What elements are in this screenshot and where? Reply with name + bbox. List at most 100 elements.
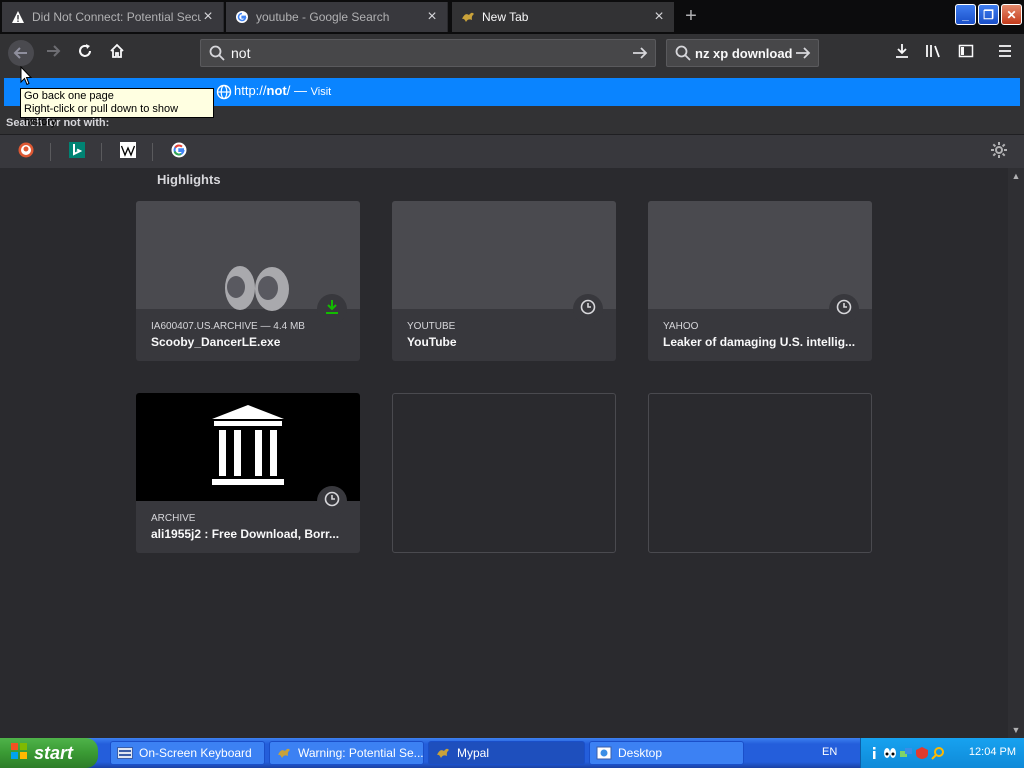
highlight-card[interactable]: IA600407.US.ARCHIVE — 4.4 MB Scooby_Danc… bbox=[136, 201, 360, 361]
cartoon-eyes-icon bbox=[224, 265, 290, 316]
card-source: ARCHIVE bbox=[151, 513, 196, 524]
clock-icon bbox=[836, 299, 852, 320]
desktop-icon bbox=[596, 745, 612, 761]
taskbar-item-label: Mypal bbox=[457, 746, 490, 760]
card-title: YouTube bbox=[407, 335, 457, 349]
security-tray-icon[interactable] bbox=[915, 746, 929, 760]
new-tab-button[interactable]: + bbox=[680, 6, 702, 26]
library-button[interactable] bbox=[919, 38, 949, 68]
search-icon bbox=[209, 45, 225, 61]
card-thumbnail bbox=[392, 201, 616, 309]
hamburger-menu-icon bbox=[997, 43, 1013, 64]
close-icon[interactable]: × bbox=[652, 8, 666, 26]
forward-button[interactable] bbox=[38, 38, 68, 68]
search-bar[interactable]: nz xp download bbox=[666, 39, 819, 67]
card-thumbnail bbox=[136, 393, 360, 501]
tab-title: Did Not Connect: Potential Secu bbox=[32, 10, 201, 24]
menu-button[interactable] bbox=[990, 38, 1020, 68]
close-icon[interactable]: × bbox=[201, 8, 215, 26]
card-badge bbox=[317, 294, 347, 324]
duckduckgo-icon bbox=[18, 142, 34, 163]
card-title: Scooby_DancerLE.exe bbox=[151, 335, 281, 349]
gear-icon bbox=[990, 141, 1008, 164]
go-arrow-icon[interactable] bbox=[631, 45, 649, 61]
wikipedia-icon bbox=[120, 141, 136, 163]
restore-button[interactable]: ❐ bbox=[978, 4, 999, 25]
close-icon[interactable]: × bbox=[425, 8, 439, 26]
taskbar-item-label: Warning: Potential Se... bbox=[298, 746, 424, 760]
keyboard-icon bbox=[117, 745, 133, 761]
warning-icon bbox=[10, 9, 26, 25]
tab-did-not-connect[interactable]: Did Not Connect: Potential Secu × bbox=[2, 2, 224, 32]
card-title: Leaker of damaging U.S. intellig... bbox=[663, 335, 856, 349]
back-arrow-icon bbox=[8, 40, 34, 66]
home-icon bbox=[109, 43, 125, 64]
scroll-up-arrow-icon[interactable]: ▲ bbox=[1008, 168, 1024, 184]
download-icon bbox=[894, 43, 910, 64]
windows-logo-icon bbox=[10, 742, 28, 765]
globe-icon bbox=[216, 84, 232, 105]
google-icon bbox=[234, 9, 250, 25]
back-button-tooltip: Go back one page Right-click or pull dow… bbox=[20, 88, 214, 128]
clock-icon bbox=[580, 299, 596, 320]
separator bbox=[152, 143, 153, 161]
card-badge bbox=[829, 294, 859, 324]
url-bar[interactable]: not bbox=[200, 39, 656, 67]
suggestion-separator: — bbox=[290, 83, 311, 98]
library-icon bbox=[925, 43, 943, 64]
search-tray-icon[interactable] bbox=[931, 746, 945, 760]
system-tray: 12:04 PM bbox=[860, 738, 1024, 768]
go-arrow-icon[interactable] bbox=[794, 45, 812, 61]
highlight-card[interactable]: YOUTUBE YouTube bbox=[392, 201, 616, 361]
scroll-down-arrow-icon[interactable]: ▼ bbox=[1008, 722, 1024, 738]
minimize-button[interactable]: _ bbox=[955, 4, 976, 25]
tab-youtube-search[interactable]: youtube - Google Search × bbox=[226, 2, 448, 32]
bing-engine-button[interactable] bbox=[66, 141, 88, 163]
downloads-button[interactable] bbox=[887, 38, 917, 68]
search-input[interactable]: nz xp download bbox=[691, 46, 794, 61]
wikipedia-engine-button[interactable] bbox=[117, 141, 139, 163]
taskbar-item-on-screen-keyboard[interactable]: On-Screen Keyboard bbox=[110, 741, 265, 765]
sidebar-icon bbox=[958, 43, 974, 64]
search-settings-button[interactable] bbox=[988, 141, 1010, 163]
card-thumbnail bbox=[648, 201, 872, 309]
sidebar-button[interactable] bbox=[951, 38, 981, 68]
system-clock[interactable]: 12:04 PM bbox=[969, 746, 1016, 758]
taskbar-item-desktop[interactable]: Desktop bbox=[589, 741, 744, 765]
one-off-search-engines bbox=[0, 134, 1024, 168]
duckduckgo-engine-button[interactable] bbox=[15, 141, 37, 163]
google-engine-button[interactable] bbox=[168, 141, 190, 163]
highlight-card[interactable]: YAHOO Leaker of damaging U.S. intellig..… bbox=[648, 201, 872, 361]
network-tray-icon[interactable] bbox=[899, 746, 913, 760]
eyes-tray-icon[interactable] bbox=[883, 746, 897, 760]
card-title: ali1955j2 : Free Download, Borr... bbox=[151, 527, 340, 541]
highlight-card[interactable]: ARCHIVE ali1955j2 : Free Download, Borr.… bbox=[136, 393, 360, 553]
empty-highlight-slot bbox=[392, 393, 616, 553]
taskbar: start On-Screen Keyboard Warning: Potent… bbox=[0, 738, 1024, 768]
start-label: start bbox=[34, 742, 74, 763]
url-input[interactable]: not bbox=[225, 45, 631, 61]
page-scrollbar[interactable]: ▲ ▼ bbox=[1008, 168, 1024, 738]
window-close-button[interactable]: ✕ bbox=[1001, 4, 1022, 25]
home-button[interactable] bbox=[102, 38, 132, 68]
back-button[interactable] bbox=[6, 38, 36, 68]
nav-toolbar: not nz xp download bbox=[0, 34, 1024, 72]
suggestion-text: http://not/ — Visit bbox=[234, 83, 331, 98]
suggestion-action: Visit bbox=[310, 86, 332, 98]
reload-icon bbox=[77, 43, 93, 64]
tab-new-tab[interactable]: New Tab × bbox=[452, 2, 674, 32]
start-button[interactable]: start bbox=[0, 738, 98, 768]
language-indicator[interactable]: EN bbox=[822, 746, 837, 758]
reload-button[interactable] bbox=[70, 38, 100, 68]
clock-icon bbox=[324, 491, 340, 512]
separator bbox=[101, 143, 102, 161]
info-tray-icon[interactable] bbox=[867, 746, 881, 760]
tab-title: youtube - Google Search bbox=[256, 10, 390, 24]
taskbar-item-mypal[interactable]: Mypal bbox=[428, 741, 585, 765]
tooltip-line-1: Go back one page bbox=[24, 90, 114, 102]
suggestion-url-host: not bbox=[266, 83, 287, 98]
taskbar-item-warning[interactable]: Warning: Potential Se... bbox=[269, 741, 424, 765]
card-source: IA600407.US.ARCHIVE — 4.4 MB bbox=[151, 321, 305, 332]
card-badge bbox=[317, 486, 347, 516]
tab-title: New Tab bbox=[482, 10, 529, 24]
